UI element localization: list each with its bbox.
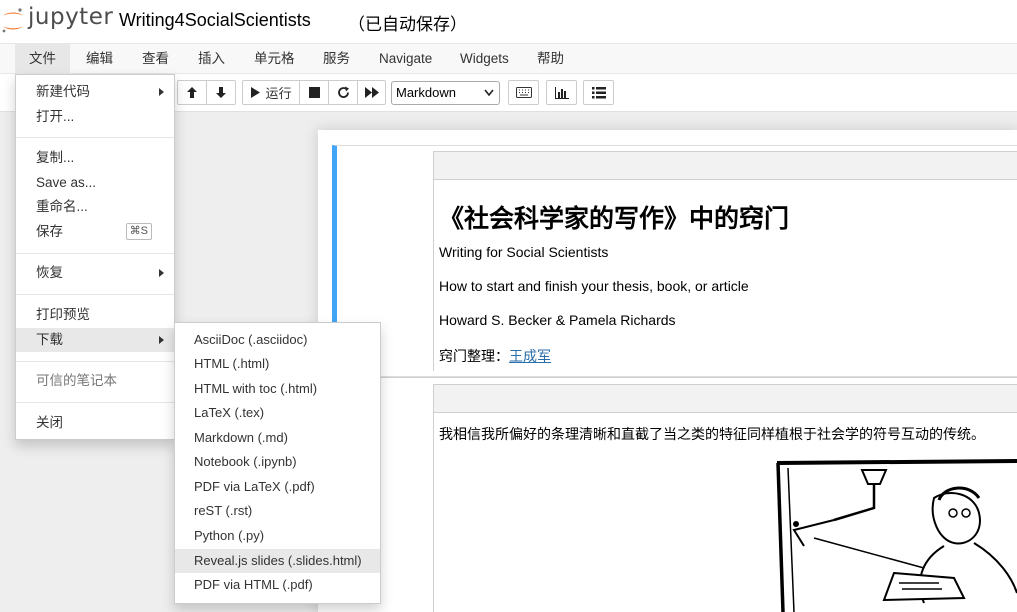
save-shortcut-badge: ⌘S <box>125 223 152 240</box>
menu-help[interactable]: 帮助 <box>523 44 578 74</box>
move-up-button[interactable] <box>177 80 207 105</box>
cell2-header-bar <box>433 384 1017 413</box>
book-title-line: Writing for Social Scientists <box>439 244 609 260</box>
download-notebook[interactable]: Notebook (.ipynb) <box>175 450 380 474</box>
interrupt-button[interactable] <box>299 80 329 105</box>
run-button[interactable]: 运行 <box>242 80 300 105</box>
menu-edit[interactable]: 编辑 <box>72 44 127 74</box>
quote-text: 我相信我所偏好的条理清晰和直截了当之类的特征同样植根于社会学的符号互动的传统。 <box>439 426 985 442</box>
fast-forward-icon <box>364 87 379 98</box>
menu-view[interactable]: 查看 <box>128 44 183 74</box>
stop-icon <box>308 87 320 98</box>
restart-button[interactable] <box>328 80 358 105</box>
arrow-down-icon <box>216 87 226 98</box>
menu-copy[interactable]: 复制... <box>16 146 174 170</box>
menu-widgets[interactable]: Widgets <box>446 44 523 74</box>
keyboard-icon <box>515 87 532 98</box>
jupyter-logo-icon[interactable] <box>0 6 26 36</box>
cell-header-bar <box>433 151 1017 180</box>
download-reveal-slides[interactable]: Reveal.js slides (.slides.html) <box>175 549 380 573</box>
bar-chart-icon <box>554 86 569 99</box>
download-markdown[interactable]: Markdown (.md) <box>175 426 380 450</box>
menu-kernel[interactable]: 服务 <box>309 44 364 74</box>
download-python[interactable]: Python (.py) <box>175 524 380 548</box>
menu-save[interactable]: 保存 ⌘S <box>16 220 174 244</box>
menu-divider <box>16 294 174 295</box>
cell-divider <box>380 377 1017 378</box>
menu-divider <box>16 253 174 254</box>
illustration-image <box>774 458 1017 612</box>
menu-divider <box>16 361 174 362</box>
download-asciidoc[interactable]: AsciiDoc (.asciidoc) <box>175 328 380 352</box>
autosave-status: （已自动保存） <box>348 15 467 34</box>
menu-download[interactable]: 下载 <box>16 328 174 352</box>
menubar: 文件 编辑 查看 插入 单元格 服务 Navigate Widgets 帮助 <box>0 43 1017 74</box>
play-icon <box>251 87 261 98</box>
file-menu: 新建代码 打开... 复制... Save as... 重命名... 保存 ⌘S… <box>15 74 175 440</box>
restart-icon <box>337 86 349 98</box>
menu-rename[interactable]: 重命名... <box>16 195 174 219</box>
download-html[interactable]: HTML (.html) <box>175 352 380 376</box>
command-palette-button[interactable] <box>508 80 539 105</box>
menu-revert-label: 恢复 <box>36 265 63 280</box>
download-pdf-html[interactable]: PDF via HTML (.pdf) <box>175 573 380 597</box>
cell-type-select[interactable]: Markdown <box>391 81 500 105</box>
credit-link[interactable]: 王成军 <box>509 348 551 364</box>
menu-new-notebook-label: 新建代码 <box>36 84 90 99</box>
logo-text[interactable]: jupyter <box>28 4 113 30</box>
menu-print-preview[interactable]: 打印预览 <box>16 303 174 327</box>
download-pdf-latex[interactable]: PDF via LaTeX (.pdf) <box>175 475 380 499</box>
run-label: 运行 <box>265 86 292 101</box>
menu-navigate[interactable]: Navigate <box>365 44 446 74</box>
subtitle-line: How to start and finish your thesis, boo… <box>439 278 749 294</box>
menu-new-notebook[interactable]: 新建代码 <box>16 80 174 104</box>
cell-type-value: Markdown <box>396 85 456 100</box>
menu-divider <box>16 402 174 403</box>
credit-prefix: 窍门整理： <box>439 348 509 364</box>
menu-trusted-notebook[interactable]: 可信的笔记本 <box>16 369 174 393</box>
toc-button[interactable] <box>583 80 614 105</box>
menu-close[interactable]: 关闭 <box>16 411 174 435</box>
move-down-button[interactable] <box>206 80 236 105</box>
menu-divider <box>16 137 174 138</box>
header: jupyter Writing4SocialScientists （已自动保存） <box>0 0 1017 43</box>
authors-line: Howard S. Becker & Pamela Richards <box>439 312 676 328</box>
caret-right-icon <box>159 88 164 96</box>
credit-line: 窍门整理：王成军 <box>439 346 551 366</box>
caret-right-icon <box>159 269 164 277</box>
cell-heading: 《社会科学家的写作》中的窍门 <box>439 205 790 233</box>
menu-file[interactable]: 文件 <box>15 44 70 74</box>
menu-download-label: 下载 <box>36 332 63 347</box>
notebook-title[interactable]: Writing4SocialScientists <box>119 10 311 31</box>
download-latex[interactable]: LaTeX (.tex) <box>175 401 380 425</box>
menu-open[interactable]: 打开... <box>16 105 174 129</box>
caret-right-icon <box>159 336 164 344</box>
chart-button[interactable] <box>546 80 577 105</box>
download-rest[interactable]: reST (.rst) <box>175 499 380 523</box>
restart-run-all-button[interactable] <box>357 80 386 105</box>
chevron-down-icon <box>484 82 494 113</box>
menu-insert[interactable]: 插入 <box>184 44 239 74</box>
list-icon <box>591 86 606 98</box>
download-html-toc[interactable]: HTML with toc (.html) <box>175 377 380 401</box>
arrow-up-icon <box>187 87 197 98</box>
download-submenu: AsciiDoc (.asciidoc) HTML (.html) HTML w… <box>174 322 381 604</box>
menu-save-label: 保存 <box>36 224 63 239</box>
menu-cell[interactable]: 单元格 <box>240 44 309 74</box>
menu-revert[interactable]: 恢复 <box>16 261 174 285</box>
menu-save-as[interactable]: Save as... <box>16 171 174 195</box>
